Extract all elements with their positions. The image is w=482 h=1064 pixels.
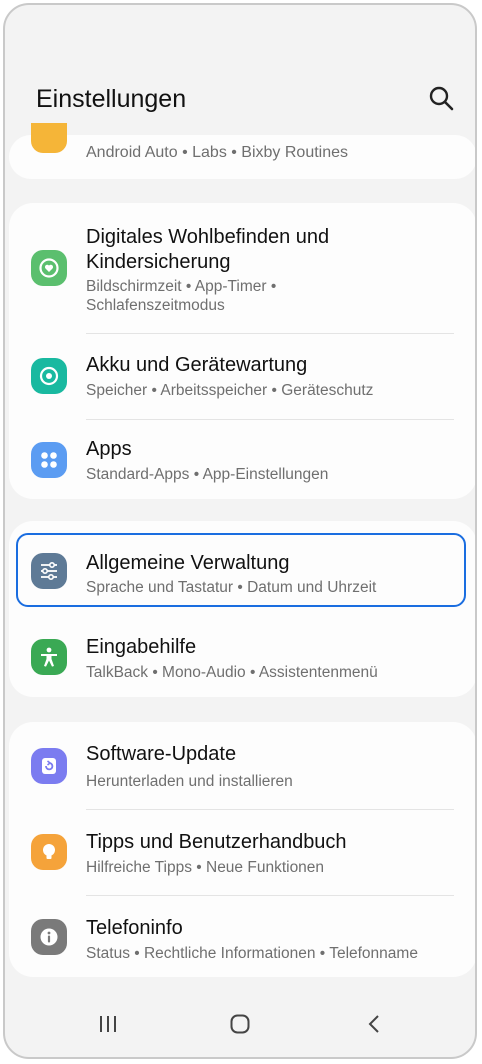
software-update-icon xyxy=(31,748,67,784)
phone-info-subtitle: Status • Rechtliche Informationen • Tele… xyxy=(86,945,418,962)
software-update-title: Software-Update xyxy=(86,743,237,765)
settings-card-advanced: Android Auto • Labs • Bixby Routines xyxy=(9,123,475,179)
tips-item[interactable]: Tipps und Benutzerhandbuch Hilfreiche Ti… xyxy=(9,810,475,894)
phone-frame: Einstellungen Android Auto • Labs • Bixb… xyxy=(3,3,477,1059)
page-title: Einstellungen xyxy=(36,85,187,113)
search-icon[interactable] xyxy=(428,85,456,113)
home-icon[interactable] xyxy=(229,1013,251,1040)
apps-title: Apps xyxy=(86,438,132,460)
phone-info-title: Telefoninfo xyxy=(86,917,183,939)
apps-subtitle: Standard-Apps • App-Einstellungen xyxy=(86,466,329,483)
advanced-features-icon xyxy=(31,123,67,153)
app-header: Einstellungen xyxy=(36,85,456,121)
software-update-item[interactable]: Software-Update Herunterladen und instal… xyxy=(9,722,475,808)
digital-wellbeing-icon xyxy=(31,250,67,286)
navigation-bar xyxy=(5,995,475,1055)
accessibility-icon xyxy=(31,639,67,675)
advanced-features-subtitle: Android Auto • Labs • Bixby Routines xyxy=(86,144,349,161)
info-icon xyxy=(31,919,67,955)
selection-highlight xyxy=(16,533,466,607)
software-update-subtitle: Herunterladen und installieren xyxy=(86,773,293,790)
tips-title: Tipps und Benutzerhandbuch xyxy=(86,831,347,853)
recent-apps-icon[interactable] xyxy=(97,1013,119,1040)
accessibility-subtitle: TalkBack • Mono-Audio • Assistentenmenü xyxy=(86,664,378,681)
device-care-icon xyxy=(31,358,67,394)
settings-card-group-3: Software-Update Herunterladen und instal… xyxy=(9,722,475,977)
tips-subtitle: Hilfreiche Tipps • Neue Funktionen xyxy=(86,859,325,876)
device-care-title: Akku und Gerätewartung xyxy=(86,354,308,376)
settings-card-group-1: Digitales Wohlbefinden und Kindersicheru… xyxy=(9,203,475,499)
apps-icon xyxy=(31,442,67,478)
accessibility-item[interactable]: Eingabehilfe TalkBack • Mono-Audio • Ass… xyxy=(9,613,475,697)
digital-wellbeing-subtitle: Bildschirmzeit • App-Timer • Schlafensze… xyxy=(86,278,277,314)
apps-item[interactable]: Apps Standard-Apps • App-Einstellungen xyxy=(9,420,475,499)
tips-icon xyxy=(31,834,67,870)
back-icon[interactable] xyxy=(364,1013,386,1040)
digital-wellbeing-title: Digitales Wohlbefinden und Kindersicheru… xyxy=(86,226,330,273)
device-care-subtitle: Speicher • Arbeitsspeicher • Geräteschut… xyxy=(86,382,374,399)
advanced-features-item[interactable]: Android Auto • Labs • Bixby Routines xyxy=(9,123,475,179)
digital-wellbeing-item[interactable]: Digitales Wohlbefinden und Kindersicheru… xyxy=(9,203,475,331)
device-care-item[interactable]: Akku und Gerätewartung Speicher • Arbeit… xyxy=(9,334,475,418)
phone-info-item[interactable]: Telefoninfo Status • Rechtliche Informat… xyxy=(9,896,475,977)
accessibility-title: Eingabehilfe xyxy=(86,636,197,658)
